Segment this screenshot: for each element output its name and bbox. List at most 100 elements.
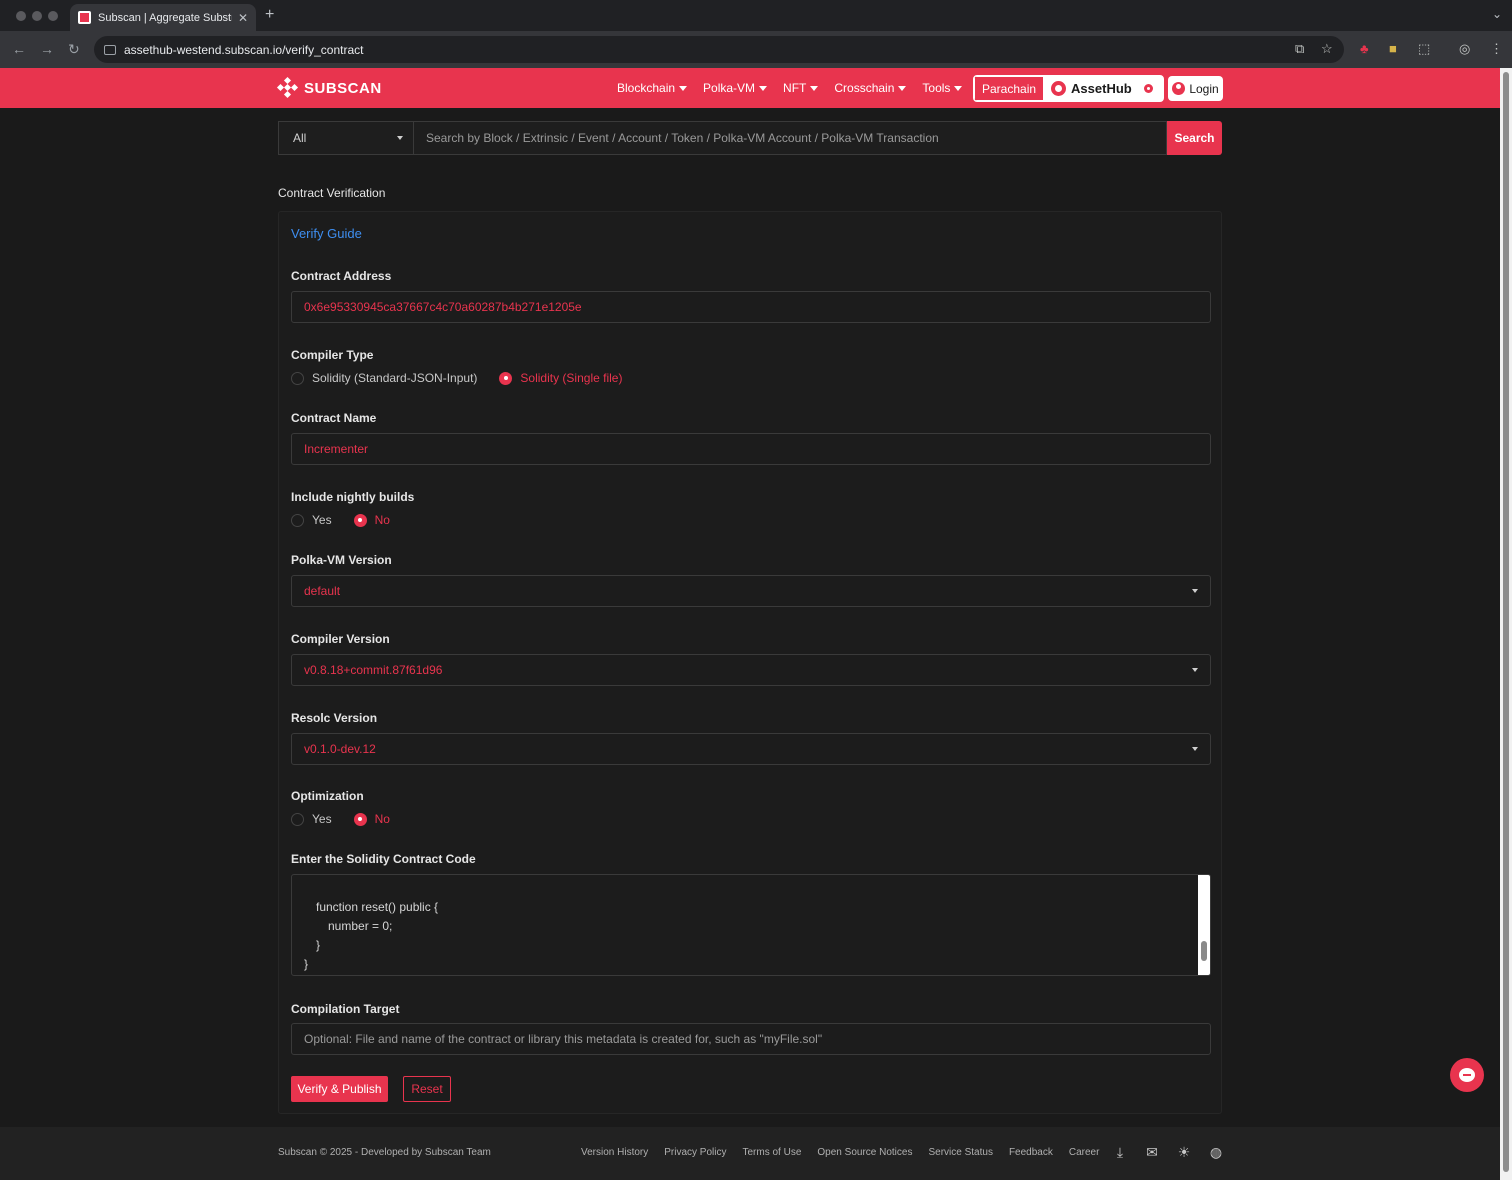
browser-toolbar: ← → ↻ assethub-westend.subscan.io/verify… <box>0 31 1512 68</box>
radio-nightly-no[interactable]: No <box>353 513 390 527</box>
reset-button[interactable]: Reset <box>403 1076 451 1102</box>
tab-close-icon[interactable]: ✕ <box>238 11 248 25</box>
code-scrollbar[interactable] <box>1198 875 1210 975</box>
footer-link-version-history[interactable]: Version History <box>581 1147 648 1158</box>
page-scrollbar-thumb[interactable] <box>1503 72 1509 1172</box>
nav-crosschain[interactable]: Crosschain <box>834 81 907 95</box>
forward-icon[interactable]: → <box>40 41 54 57</box>
radio-standard-json-label: Solidity (Standard-JSON-Input) <box>312 371 478 385</box>
search-input[interactable] <box>414 121 1167 155</box>
contract-name-input[interactable]: Incrementer <box>291 433 1211 465</box>
contract-address-label: Contract Address <box>291 269 392 283</box>
search-button[interactable]: Search <box>1167 121 1222 155</box>
nav-tools[interactable]: Tools <box>922 81 963 95</box>
minimize-window-icon[interactable] <box>32 11 42 21</box>
polkavm-version-select[interactable]: default <box>291 575 1211 607</box>
download-icon[interactable]: ⤓ <box>1112 1144 1128 1160</box>
verify-guide-link[interactable]: Verify Guide <box>291 226 362 241</box>
contract-code-textarea[interactable]: function reset() public { number = 0; } … <box>291 874 1211 976</box>
maximize-window-icon[interactable] <box>48 11 58 21</box>
parachain-button[interactable]: Parachain <box>974 76 1045 101</box>
extensions-puzzle-icon[interactable]: ⬚ <box>1418 41 1430 57</box>
verification-form: Verify Guide Contract Address 0x6e953309… <box>278 211 1222 1114</box>
profile-icon[interactable]: ◎ <box>1459 41 1470 57</box>
url-text: assethub-westend.subscan.io/verify_contr… <box>124 42 364 57</box>
code-scrollbar-thumb[interactable] <box>1201 941 1207 961</box>
theme-icon[interactable]: ☀ <box>1176 1144 1192 1160</box>
footer-link-service-status[interactable]: Service Status <box>928 1147 992 1158</box>
radio-single-file[interactable]: Solidity (Single file) <box>499 371 622 385</box>
code-line: } <box>316 938 321 952</box>
page-scrollbar[interactable] <box>1500 68 1512 1180</box>
radio-nightly-yes[interactable]: Yes <box>291 513 332 527</box>
chevron-down-icon <box>1192 668 1198 672</box>
optimization-radio-group: Yes No <box>291 812 412 826</box>
subscan-logo[interactable]: SUBSCAN <box>276 76 382 99</box>
bookmark-star-icon[interactable]: ☆ <box>1321 41 1333 57</box>
polkavm-version-value: default <box>304 584 341 598</box>
optimization-label: Optimization <box>291 789 364 803</box>
nav-blockchain-label: Blockchain <box>617 81 676 95</box>
login-button[interactable]: Login <box>1168 76 1223 101</box>
network-selector[interactable]: AssetHub <box>1044 76 1163 101</box>
nav-polka-vm[interactable]: Polka-VM <box>703 81 768 95</box>
chevron-down-icon <box>679 85 688 91</box>
radio-optimization-no[interactable]: No <box>353 812 390 826</box>
nightly-radio-group: Yes No <box>291 513 412 527</box>
network-name: AssetHub <box>1071 81 1132 96</box>
browser-menu-icon[interactable]: ⋮ <box>1490 41 1503 57</box>
polkavm-version-label: Polka-VM Version <box>291 553 392 567</box>
code-line: } <box>304 957 309 971</box>
chevron-down-icon <box>1192 747 1198 751</box>
chat-icon <box>1459 1068 1475 1082</box>
radio-checked-icon <box>353 513 367 527</box>
network-switcher[interactable]: Parachain AssetHub <box>973 75 1164 102</box>
nav-nft[interactable]: NFT <box>783 81 819 95</box>
contract-address-value: 0x6e95330945ca37667c4c70a60287b4b271e120… <box>304 300 582 314</box>
site-info-icon[interactable] <box>104 44 116 55</box>
tab-search-icon[interactable]: ⌄ <box>1492 7 1502 21</box>
compiler-version-select[interactable]: v0.8.18+commit.87f61d96 <box>291 654 1211 686</box>
verify-publish-button[interactable]: Verify & Publish <box>291 1076 388 1102</box>
compilation-target-input[interactable]: Optional: File and name of the contract … <box>291 1023 1211 1055</box>
code-line: function reset() public { <box>316 900 439 914</box>
footer-link-open-source-notices[interactable]: Open Source Notices <box>817 1147 912 1158</box>
footer-link-terms-of-use[interactable]: Terms of Use <box>743 1147 802 1158</box>
mail-icon[interactable]: ✉ <box>1144 1144 1160 1160</box>
radio-standard-json[interactable]: Solidity (Standard-JSON-Input) <box>291 371 477 385</box>
user-icon <box>1172 82 1186 95</box>
contract-name-value: Incrementer <box>304 442 369 456</box>
contract-address-input[interactable]: 0x6e95330945ca37667c4c70a60287b4b271e120… <box>291 291 1211 323</box>
nav-blockchain[interactable]: Blockchain <box>617 81 688 95</box>
radio-checked-icon <box>499 371 513 385</box>
search-filter-value: All <box>293 131 307 145</box>
reload-icon[interactable]: ↻ <box>68 41 80 58</box>
resolc-version-select[interactable]: v0.1.0-dev.12 <box>291 733 1211 765</box>
radio-nightly-yes-label: Yes <box>312 513 332 527</box>
footer-icons: ⤓ ✉ ☀ ◍ <box>1112 1144 1224 1160</box>
radio-optimization-yes[interactable]: Yes <box>291 812 332 826</box>
install-app-icon[interactable]: ⧉ <box>1295 41 1304 57</box>
main-nav: Blockchain Polka-VM NFT Crosschain Tools <box>617 81 963 95</box>
browser-tab[interactable]: Subscan | Aggregate Substra ✕ <box>70 4 256 31</box>
compilation-target-label: Compilation Target <box>291 1002 400 1016</box>
new-tab-icon[interactable]: + <box>265 6 274 24</box>
footer-link-privacy-policy[interactable]: Privacy Policy <box>664 1147 726 1158</box>
search-bar: All Search <box>278 121 1222 155</box>
contract-code-label: Enter the Solidity Contract Code <box>291 852 476 866</box>
footer-link-career[interactable]: Career <box>1069 1147 1100 1158</box>
extension-wallet-icon[interactable]: ■ <box>1389 41 1397 56</box>
radio-nightly-no-label: No <box>374 513 390 527</box>
address-bar[interactable]: assethub-westend.subscan.io/verify_contr… <box>94 36 1344 63</box>
close-window-icon[interactable] <box>16 11 26 21</box>
chat-support-button[interactable] <box>1450 1058 1484 1092</box>
search-filter-select[interactable]: All <box>278 121 414 155</box>
radio-circle-icon <box>291 371 304 385</box>
nav-nft-label: NFT <box>783 81 807 95</box>
language-icon[interactable]: ◍ <box>1208 1144 1224 1160</box>
back-icon[interactable]: ← <box>12 41 26 57</box>
footer-link-feedback[interactable]: Feedback <box>1009 1147 1053 1158</box>
login-label: Login <box>1189 81 1219 96</box>
compiler-type-radio-group: Solidity (Standard-JSON-Input) Solidity … <box>291 371 644 385</box>
extension-subscan-icon[interactable]: ♣ <box>1360 41 1369 56</box>
